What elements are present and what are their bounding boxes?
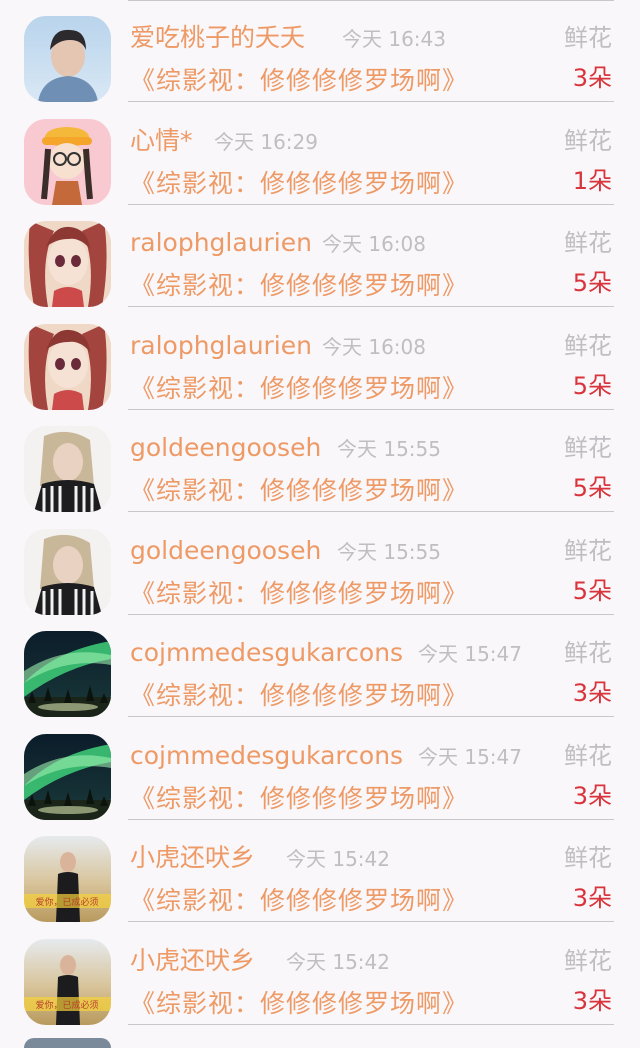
book-title[interactable]: 《综影视：修修修修罗场啊》 [130, 883, 468, 919]
gift-count: 3朵 [572, 679, 612, 707]
book-title[interactable]: 《综影视：修修修修罗场啊》 [130, 576, 468, 612]
timestamp: 今天 16:29 [214, 129, 318, 154]
gift-record-row[interactable]: goldeengooseh 今天 15:55 鲜花 《综影视：修修修修罗场啊》 … [0, 410, 640, 513]
gift-record-row[interactable]: 爱你，已成必须 小虎还吠乡 今天 15:42 鲜花 《综影视：修修修修罗场啊》 … [0, 923, 640, 1026]
row-divider [128, 1023, 614, 1025]
username[interactable]: 小虎还吠乡 [130, 943, 255, 979]
gift-record-row[interactable]: 心情* 今天 16:29 鲜花 《综影视：修修修修罗场啊》 1朵 [0, 103, 640, 206]
gift-count: 5朵 [572, 269, 612, 297]
timestamp: 今天 15:42 [286, 949, 390, 974]
gift-count: 3朵 [572, 64, 612, 92]
user-avatar[interactable] [24, 323, 111, 410]
gift-type-label: 鲜花 [564, 844, 612, 872]
user-avatar[interactable] [24, 118, 111, 205]
book-title[interactable]: 《综影视：修修修修罗场啊》 [130, 781, 468, 817]
gift-count: 3朵 [572, 986, 612, 1015]
gift-record-row[interactable]: goldeengooseh 今天 15:55 鲜花 《综影视：修修修修罗场啊》 … [0, 513, 640, 616]
username[interactable]: goldeengooseh [130, 430, 321, 466]
timestamp: 今天 15:47 [418, 642, 522, 666]
username[interactable]: 心情* [130, 123, 193, 159]
username[interactable]: cojmmedesgukarcons [130, 738, 403, 774]
user-avatar[interactable] [24, 221, 111, 307]
user-avatar[interactable] [24, 528, 111, 615]
book-title[interactable]: 《综影视：修修修修罗场啊》 [130, 678, 468, 714]
timestamp: 今天 15:42 [286, 847, 390, 871]
timestamp: 今天 15:55 [337, 437, 441, 461]
user-avatar[interactable]: 爱你，已成必须 [24, 836, 111, 922]
avatar-caption: 爱你，已成必须 [35, 999, 98, 1011]
gift-record-row[interactable]: ralophglaurien 今天 16:08 鲜花 《综影视：修修修修罗场啊》… [0, 308, 640, 411]
username[interactable]: 小虎还吠乡 [130, 840, 255, 876]
gift-count: 3朵 [572, 884, 612, 912]
gift-type-label: 鲜花 [564, 741, 612, 770]
gift-record-row[interactable]: 爱你，已成必须 小虎还吠乡 今天 15:42 鲜花 《综影视：修修修修罗场啊》 … [0, 820, 640, 923]
gift-count: 1朵 [572, 166, 612, 195]
gift-type-label: 鲜花 [564, 946, 612, 975]
timestamp: 今天 15:47 [418, 744, 522, 769]
gift-count: 3朵 [572, 781, 612, 810]
gift-type-label: 鲜花 [564, 126, 612, 155]
timestamp: 今天 16:43 [342, 27, 446, 51]
gift-type-label: 鲜花 [564, 536, 612, 565]
user-avatar[interactable] [24, 16, 111, 102]
book-title[interactable]: 《综影视：修修修修罗场啊》 [130, 371, 468, 407]
next-avatar-peek [24, 1038, 111, 1048]
timestamp: 今天 16:08 [322, 334, 426, 359]
gift-count: 5朵 [572, 474, 612, 502]
gift-count: 5朵 [572, 371, 612, 400]
book-title[interactable]: 《综影视：修修修修罗场啊》 [130, 268, 468, 304]
user-avatar[interactable] [24, 733, 111, 820]
avatar-caption: 爱你，已成必须 [35, 896, 98, 908]
username[interactable]: ralophglaurien [130, 328, 312, 364]
username[interactable]: goldeengooseh [130, 533, 321, 569]
user-avatar[interactable] [24, 426, 111, 512]
username[interactable]: cojmmedesgukarcons [130, 635, 403, 671]
gift-record-row[interactable]: ralophglaurien 今天 16:08 鲜花 《综影视：修修修修罗场啊》… [0, 205, 640, 308]
gift-record-row[interactable]: 爱吃桃子的夭夭 今天 16:43 鲜花 《综影视：修修修修罗场啊》 3朵 [0, 0, 640, 103]
user-avatar[interactable] [24, 631, 111, 717]
book-title[interactable]: 《综影视：修修修修罗场啊》 [130, 473, 468, 509]
gift-type-label: 鲜花 [564, 229, 612, 257]
gift-record-row[interactable]: cojmmedesgukarcons 今天 15:47 鲜花 《综影视：修修修修… [0, 615, 640, 718]
user-avatar[interactable]: 爱你，已成必须 [24, 938, 111, 1025]
gift-type-label: 鲜花 [564, 639, 612, 667]
username[interactable]: 爱吃桃子的夭夭 [130, 20, 305, 56]
gift-record-row[interactable]: cojmmedesgukarcons 今天 15:47 鲜花 《综影视：修修修修… [0, 718, 640, 821]
timestamp: 今天 15:55 [337, 539, 441, 564]
gift-count: 5朵 [572, 576, 612, 605]
timestamp: 今天 16:08 [322, 232, 426, 256]
username[interactable]: ralophglaurien [130, 225, 312, 261]
book-title[interactable]: 《综影视：修修修修罗场啊》 [130, 166, 468, 202]
book-title[interactable]: 《综影视：修修修修罗场啊》 [130, 63, 468, 99]
gift-type-label: 鲜花 [564, 434, 612, 462]
gift-type-label: 鲜花 [564, 331, 612, 360]
book-title[interactable]: 《综影视：修修修修罗场啊》 [130, 986, 468, 1022]
gift-type-label: 鲜花 [564, 24, 612, 52]
